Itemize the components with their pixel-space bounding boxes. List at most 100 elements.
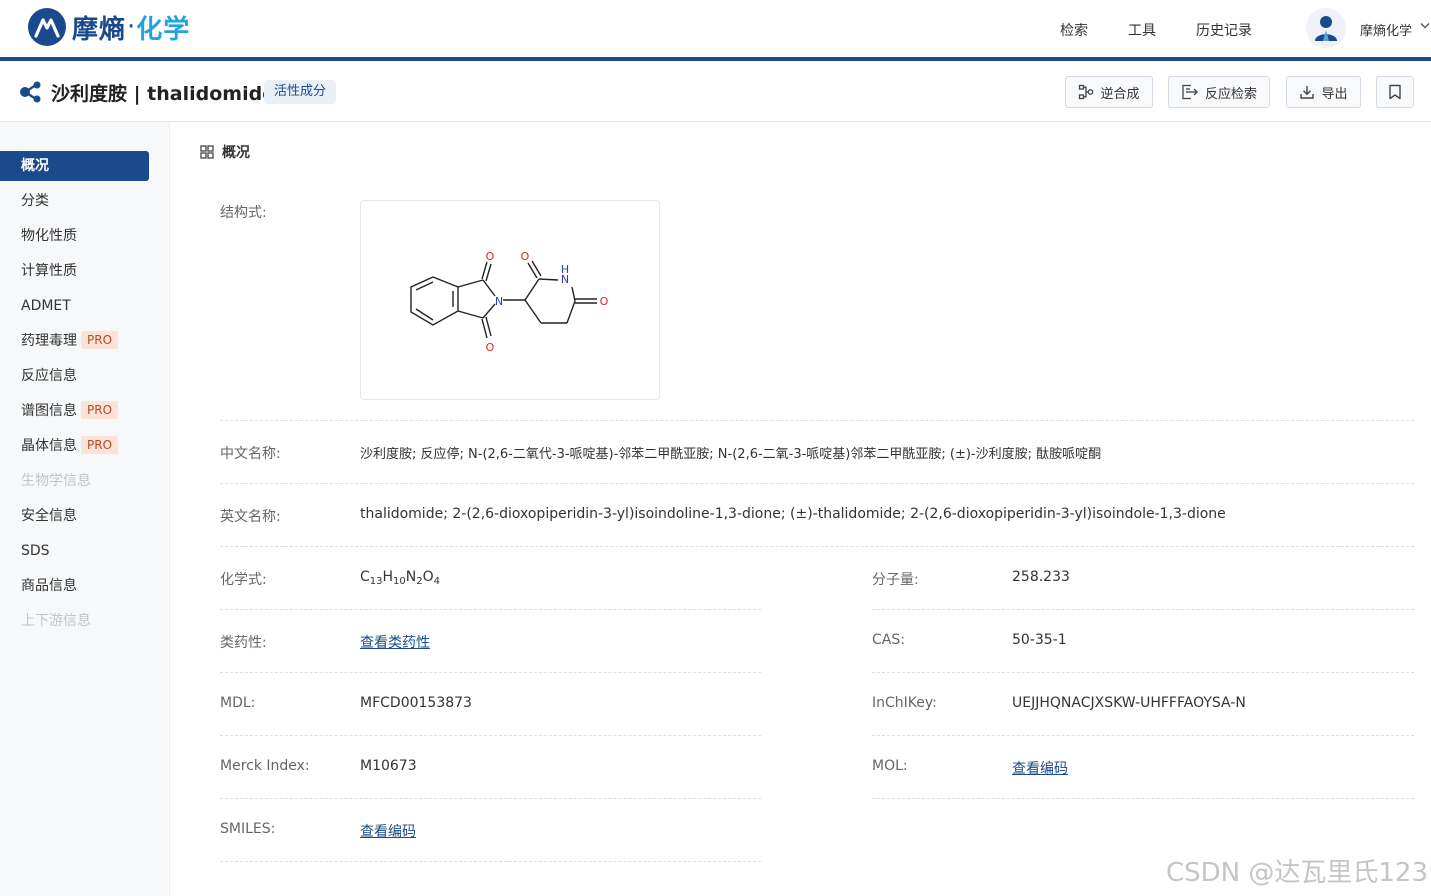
sidebar-item-classification[interactable]: 分类 (0, 186, 149, 216)
sidebar-item-upstream-downstream: 上下游信息 (0, 606, 149, 636)
row-divider (220, 609, 761, 610)
merck-label: Merck Index: (220, 758, 310, 774)
sidebar-item-label: 物化性质 (21, 228, 77, 244)
sidebar-item-spectra[interactable]: 谱图信息 PRO (0, 396, 149, 426)
druglike-link[interactable]: 查看类药性 (360, 632, 430, 652)
sidebar-item-products[interactable]: 商品信息 (0, 571, 149, 601)
sidebar-item-reactions[interactable]: 反应信息 (0, 361, 149, 391)
bookmark-icon (1389, 84, 1401, 100)
row-divider (872, 735, 1414, 736)
atom-o: O (521, 250, 530, 263)
sidebar-item-label: 安全信息 (21, 508, 77, 524)
user-name[interactable]: 摩熵化学 (1360, 20, 1412, 39)
sidebar-item-biology: 生物学信息 (0, 466, 149, 496)
smiles-label: SMILES: (220, 821, 276, 837)
row-divider (220, 861, 761, 862)
atom-o: O (486, 341, 495, 354)
sidebar-item-admet[interactable]: ADMET (0, 291, 149, 321)
brand-name-sub: 化学 (136, 14, 191, 45)
en-name-label: 英文名称: (220, 509, 281, 525)
nav-history[interactable]: 历史记录 (1196, 20, 1252, 40)
row-divider (872, 798, 1414, 799)
sidebar-item-sds[interactable]: SDS (0, 536, 149, 566)
structure-label: 结构式: (220, 205, 267, 221)
sidebar-item-label: SDS (21, 543, 50, 559)
sidebar-item-label: 商品信息 (21, 578, 77, 594)
sidebar-item-label: 药理毒理 (21, 333, 77, 349)
brand-name-dot: · (127, 12, 136, 42)
row-divider (220, 483, 1414, 484)
logo-mark-icon (28, 8, 66, 46)
cas-label: CAS: (872, 632, 905, 648)
sidebar-item-label: 计算性质 (21, 263, 77, 279)
sidebar-item-overview[interactable]: 概况 (0, 151, 149, 181)
row-divider (220, 546, 1414, 547)
retrosynthesis-button[interactable]: 逆合成 (1065, 76, 1153, 108)
brand-name-main: 摩熵 (72, 14, 127, 45)
top-nav: 检索 工具 历史记录 (1060, 20, 1252, 40)
sidebar-item-physchem[interactable]: 物化性质 (0, 221, 149, 251)
druglike-label: 类药性: (220, 635, 267, 651)
sidebar-item-label: 分类 (21, 193, 49, 209)
thalidomide-structure-drawing: O O N O H N O (410, 250, 609, 354)
category-tag: 活性成分 (264, 80, 337, 104)
row-divider (220, 798, 761, 799)
sidebar-item-label: 谱图信息 (21, 403, 77, 419)
nav-search[interactable]: 检索 (1060, 20, 1128, 40)
atom-n: N (495, 295, 503, 308)
mw-value: 258.233 (1012, 569, 1070, 585)
user-avatar[interactable] (1306, 8, 1346, 48)
atom-n: N (561, 273, 569, 286)
reaction-search-label: 反应检索 (1204, 86, 1257, 102)
section-header-overview: 概况 (200, 142, 250, 162)
brand-logo[interactable]: 摩熵 · 化学 (28, 8, 190, 46)
bookmark-button[interactable] (1376, 76, 1414, 108)
user-icon (1315, 16, 1337, 41)
chevron-down-icon[interactable] (1420, 22, 1430, 30)
mdl-value: MFCD00153873 (360, 695, 472, 711)
compound-title: 沙利度胺 | thalidomide (51, 83, 276, 105)
sidebar-item-label: ADMET (21, 298, 71, 314)
watermark-text: CSDN @达瓦里氏123 (1166, 858, 1429, 888)
mol-label: MOL: (872, 758, 908, 774)
formula-label: 化学式: (220, 572, 267, 588)
sidebar-item-computed[interactable]: 计算性质 (0, 256, 149, 286)
row-divider (872, 672, 1414, 673)
atom-o: O (600, 295, 609, 308)
pro-badge: PRO (81, 401, 119, 419)
sidebar-item-safety[interactable]: 安全信息 (0, 501, 149, 531)
nav-tools[interactable]: 工具 (1128, 20, 1196, 40)
section-title: 概况 (222, 145, 250, 161)
sidebar-item-label: 晶体信息 (21, 438, 77, 454)
sidebar-item-crystal[interactable]: 晶体信息 PRO (0, 431, 149, 461)
row-divider (220, 420, 1414, 421)
structure-image[interactable]: O O N O H N O (360, 200, 660, 400)
reaction-search-button[interactable]: 反应检索 (1168, 76, 1270, 108)
sidebar-item-pharmtox[interactable]: 药理毒理 PRO (0, 326, 149, 356)
merck-value: M10673 (360, 758, 417, 774)
row-divider (220, 735, 761, 736)
reaction-search-icon (1182, 84, 1198, 100)
retrosynthesis-icon (1079, 84, 1094, 100)
row-divider (220, 672, 761, 673)
grid-icon (200, 145, 214, 159)
compound-title-bar: 沙利度胺 | thalidomide 活性成分 逆合成 反应检索 导出 (0, 61, 1431, 122)
cas-value: 50-35-1 (1012, 632, 1067, 648)
row-divider (872, 609, 1414, 610)
sidebar-item-label: 生物学信息 (21, 473, 91, 489)
pro-badge: PRO (81, 331, 119, 349)
inchikey-label: InChIKey: (872, 695, 937, 711)
atom-o: O (486, 250, 495, 263)
en-name-value: thalidomide; 2-(2,6-dioxopiperidin-3-yl)… (360, 506, 1226, 522)
mol-link[interactable]: 查看编码 (1012, 758, 1068, 778)
export-label: 导出 (1321, 86, 1348, 102)
top-header: 摩熵 · 化学 检索 工具 历史记录 摩熵化学 (0, 0, 1431, 57)
retrosynthesis-label: 逆合成 (1100, 86, 1140, 102)
pro-badge: PRO (81, 436, 119, 454)
smiles-link[interactable]: 查看编码 (360, 821, 416, 841)
sidebar-item-label: 上下游信息 (21, 613, 91, 629)
export-button[interactable]: 导出 (1286, 76, 1361, 108)
mdl-label: MDL: (220, 695, 256, 711)
mw-label: 分子量: (872, 572, 919, 588)
sidebar-item-label: 概况 (21, 158, 49, 174)
